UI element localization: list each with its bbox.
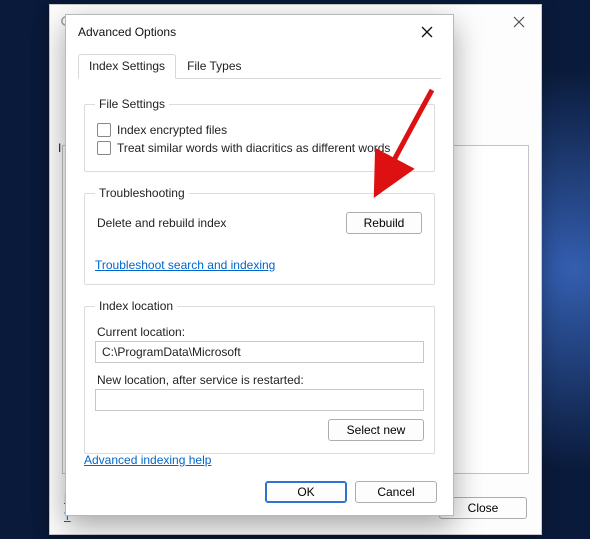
diacritics-checkbox[interactable] [97,141,111,155]
advanced-options-title: Advanced Options [78,25,176,39]
tab-index-settings[interactable]: Index Settings [78,54,176,79]
file-settings-group: File Settings Index encrypted files Trea… [84,97,435,172]
select-new-button[interactable]: Select new [328,419,424,441]
ok-button[interactable]: OK [265,481,347,503]
current-location-field: C:\ProgramData\Microsoft [95,341,424,363]
diacritics-label: Treat similar words with diacritics as d… [117,141,390,155]
cancel-button[interactable]: Cancel [355,481,437,503]
index-location-legend: Index location [95,299,177,313]
new-location-field[interactable] [95,389,424,411]
indexing-options-close-button[interactable] [497,7,541,37]
new-location-label: New location, after service is restarted… [97,373,422,387]
back-label-fragment: I [58,141,61,155]
troubleshooting-group: Troubleshooting Delete and rebuild index… [84,186,435,285]
advanced-options-dialog: Advanced Options Index Settings File Typ… [65,14,454,516]
tab-file-types[interactable]: File Types [176,54,252,79]
current-location-label: Current location: [97,325,422,339]
troubleshoot-search-link[interactable]: Troubleshoot search and indexing [95,258,275,272]
troubleshooting-legend: Troubleshooting [95,186,189,200]
index-location-group: Index location Current location: C:\Prog… [84,299,435,454]
advanced-options-close-button[interactable] [407,17,447,47]
file-settings-legend: File Settings [95,97,169,111]
index-encrypted-checkbox[interactable] [97,123,111,137]
close-icon [513,16,525,28]
tabstrip: Index Settings File Types [78,53,441,79]
rebuild-description: Delete and rebuild index [97,216,226,230]
advanced-options-titlebar: Advanced Options [66,15,453,49]
close-icon [421,26,433,38]
index-encrypted-label: Index encrypted files [117,123,227,137]
rebuild-button[interactable]: Rebuild [346,212,422,234]
advanced-indexing-help-link[interactable]: Advanced indexing help [84,453,211,467]
